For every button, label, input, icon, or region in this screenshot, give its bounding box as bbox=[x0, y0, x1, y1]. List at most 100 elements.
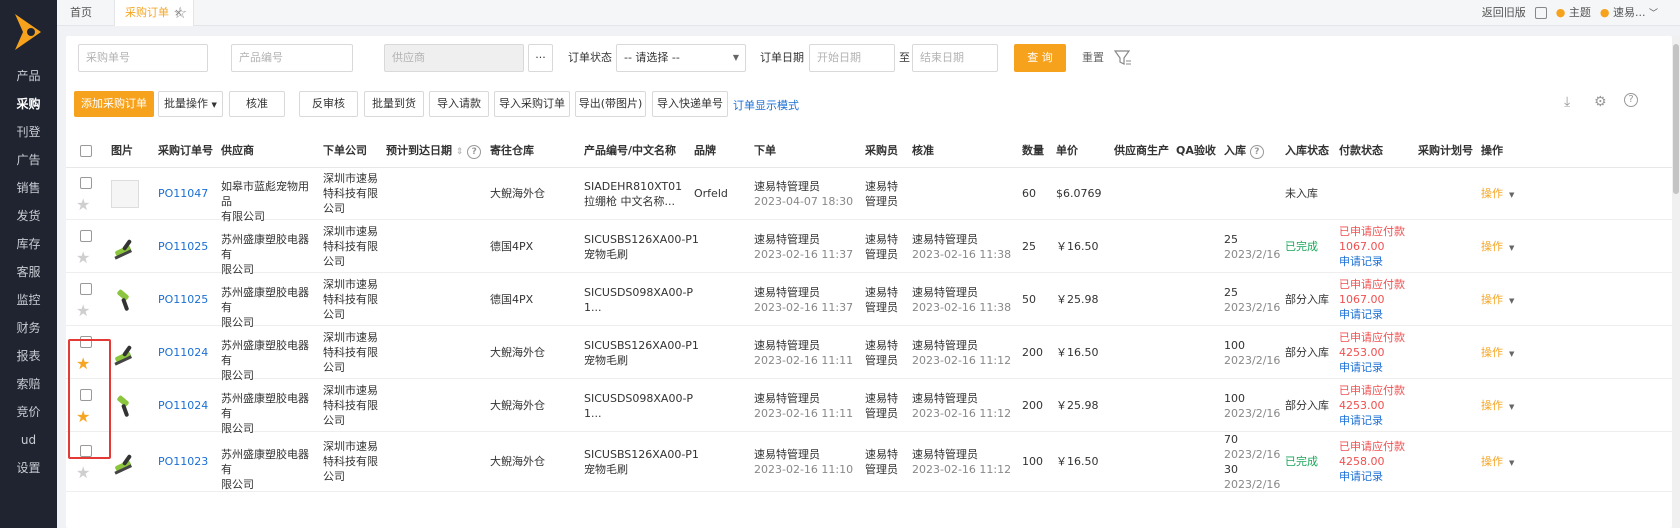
sidebar-item-8[interactable]: 监控 bbox=[0, 285, 57, 315]
inbound-line: 30 bbox=[1224, 463, 1238, 476]
sidebar-item-10[interactable]: 报表 bbox=[0, 341, 57, 371]
theme-button[interactable]: ● 主题 bbox=[1556, 0, 1591, 26]
unapprove-button[interactable]: 反审核 bbox=[299, 91, 358, 117]
po-number-link[interactable]: PO11025 bbox=[158, 239, 208, 254]
sidebar-item-11[interactable]: 索赔 bbox=[0, 369, 57, 399]
action-dropdown[interactable]: 操作 ▼ bbox=[1481, 292, 1514, 309]
query-button[interactable]: 查 询 bbox=[1014, 44, 1066, 72]
start-date-input[interactable]: 开始日期 bbox=[809, 44, 895, 72]
product-number-input[interactable]: 产品编号 bbox=[231, 44, 353, 72]
row-checkbox[interactable] bbox=[80, 177, 92, 189]
action-dropdown[interactable]: 操作 ▼ bbox=[1481, 398, 1514, 415]
product-image[interactable] bbox=[111, 286, 139, 314]
order-status-value: -- 请选择 -- bbox=[624, 51, 680, 64]
po-number-link[interactable]: PO11023 bbox=[158, 454, 208, 469]
sidebar-item-4[interactable]: 销售 bbox=[0, 173, 57, 203]
product-image[interactable] bbox=[111, 448, 139, 476]
user-menu[interactable]: ● 速易... ﹀ bbox=[1600, 0, 1658, 27]
sidebar-item-14[interactable]: 设置 bbox=[0, 453, 57, 483]
product-image[interactable] bbox=[111, 392, 139, 420]
company-line: 深圳市速易 bbox=[323, 440, 378, 453]
star-icon[interactable]: ★ bbox=[76, 463, 90, 482]
action-dropdown[interactable]: 操作 ▼ bbox=[1481, 454, 1514, 471]
app-logo bbox=[15, 14, 41, 50]
import-express-button[interactable]: 导入快递单号 bbox=[652, 91, 728, 117]
sidebar-item-2[interactable]: 刊登 bbox=[0, 117, 57, 147]
action-dropdown[interactable]: 操作 ▼ bbox=[1481, 186, 1514, 203]
import-po-button[interactable]: 导入采购订单 bbox=[494, 91, 570, 117]
col-eta[interactable]: 预计到达日期 ⇕ ? bbox=[386, 134, 482, 168]
tab-purchase-order[interactable]: 采购订单 ☆ × bbox=[114, 0, 195, 26]
settings-icon[interactable]: ⚙ bbox=[1594, 94, 1607, 110]
sidebar-item-12[interactable]: 竞价 bbox=[0, 397, 57, 427]
display-mode-link[interactable]: 订单显示模式 bbox=[733, 97, 799, 113]
buyer: 速易特 管理员 bbox=[865, 391, 898, 421]
order-status-select[interactable]: -- 请选择 -- ▼ bbox=[616, 44, 746, 72]
add-purchase-order-button[interactable]: 添加采购订单 bbox=[74, 91, 154, 117]
star-icon[interactable]: ★ bbox=[76, 301, 90, 320]
supplier-input[interactable]: 供应商 bbox=[384, 44, 524, 72]
scrollbar-thumb[interactable] bbox=[1673, 44, 1679, 194]
action-dropdown[interactable]: 操作 ▼ bbox=[1481, 345, 1514, 362]
star-icon[interactable]: ☆ bbox=[173, 0, 187, 26]
row-checkbox[interactable] bbox=[80, 282, 92, 295]
batch-operation-dropdown[interactable]: 批量操作 ▼ bbox=[158, 91, 223, 117]
request-record-link[interactable]: 申请记录 bbox=[1339, 413, 1405, 428]
import-request-button[interactable]: 导入请款 bbox=[429, 91, 489, 117]
po-number-input[interactable]: 采购单号 bbox=[78, 44, 208, 72]
sidebar-item-9[interactable]: 财务 bbox=[0, 313, 57, 343]
buyer-line: 速易特 bbox=[865, 232, 898, 246]
end-date-input[interactable]: 结束日期 bbox=[912, 44, 998, 72]
po-number-link[interactable]: PO11024 bbox=[158, 398, 208, 413]
select-all-checkbox[interactable] bbox=[80, 145, 92, 157]
product-name: 1... bbox=[584, 406, 602, 420]
sidebar-item-6[interactable]: 库存 bbox=[0, 229, 57, 259]
po-number-link[interactable]: PO11025 bbox=[158, 292, 208, 307]
product-sku: SIADEHR810XT01 bbox=[584, 180, 683, 193]
approve-time: 2023-02-16 11:12 bbox=[912, 406, 1012, 420]
sidebar-item-0[interactable]: 产品 bbox=[0, 61, 57, 91]
vertical-scrollbar[interactable] bbox=[1672, 36, 1680, 528]
unit-price: $6.0769 bbox=[1056, 187, 1102, 200]
sidebar-item-1[interactable]: 采购 bbox=[0, 89, 57, 119]
po-number-link[interactable]: PO11024 bbox=[158, 345, 208, 360]
reset-button[interactable]: 重置 bbox=[1082, 44, 1104, 72]
sidebar-item-7[interactable]: 客服 bbox=[0, 257, 57, 287]
help-icon[interactable]: ? bbox=[1249, 145, 1264, 159]
request-record-link[interactable]: 申请记录 bbox=[1339, 254, 1405, 269]
action-dropdown[interactable]: 操作 ▼ bbox=[1481, 239, 1514, 256]
export-with-images-button[interactable]: 导出(带图片) bbox=[575, 91, 646, 117]
row-checkbox[interactable] bbox=[80, 229, 92, 242]
star-icon[interactable]: ★ bbox=[76, 195, 90, 214]
sidebar-item-5[interactable]: 发货 bbox=[0, 201, 57, 231]
approve-button[interactable]: 核准 bbox=[229, 91, 285, 117]
request-record-link[interactable]: 申请记录 bbox=[1339, 469, 1405, 484]
col-eta-label: 预计到达日期 bbox=[386, 144, 452, 157]
help-icon[interactable]: ? bbox=[467, 145, 482, 159]
unit-price: ￥16.50 bbox=[1056, 345, 1099, 359]
product-sku: SICUSBS126XA00-P1 bbox=[584, 338, 699, 352]
order-date-label: 订单日期 bbox=[760, 51, 804, 64]
layout-icon[interactable] bbox=[1534, 7, 1547, 19]
supplier-picker-button[interactable]: ··· bbox=[528, 44, 553, 72]
advanced-filter-icon[interactable] bbox=[1114, 50, 1132, 66]
request-record-link[interactable]: 申请记录 bbox=[1339, 360, 1405, 375]
buyer: 速易特 管理员 bbox=[865, 232, 898, 262]
star-icon[interactable]: ★ bbox=[76, 248, 90, 267]
batch-arrive-button[interactable]: 批量到货 bbox=[364, 91, 424, 117]
sidebar-item-13[interactable]: ud bbox=[0, 425, 57, 455]
payment-status: 已申请应付款 4253.00 申请记录 bbox=[1339, 330, 1405, 375]
tab-home[interactable]: 首页 bbox=[70, 0, 92, 26]
product-image[interactable] bbox=[111, 233, 139, 261]
quantity: 200 bbox=[1022, 398, 1043, 412]
product-image[interactable] bbox=[111, 339, 139, 367]
download-icon[interactable]: ⤓ bbox=[1564, 94, 1570, 110]
company-line: 深圳市速易 bbox=[323, 224, 378, 238]
help-icon[interactable]: ? bbox=[1624, 93, 1638, 107]
sort-icon[interactable]: ⇕ bbox=[456, 147, 464, 157]
sidebar-item-3[interactable]: 广告 bbox=[0, 145, 57, 175]
request-record-link[interactable]: 申请记录 bbox=[1339, 307, 1405, 322]
col-image: 图片 bbox=[111, 144, 133, 157]
return-old-version-link[interactable]: 返回旧版 bbox=[1482, 0, 1526, 26]
po-number-link[interactable]: PO11047 bbox=[158, 186, 208, 201]
